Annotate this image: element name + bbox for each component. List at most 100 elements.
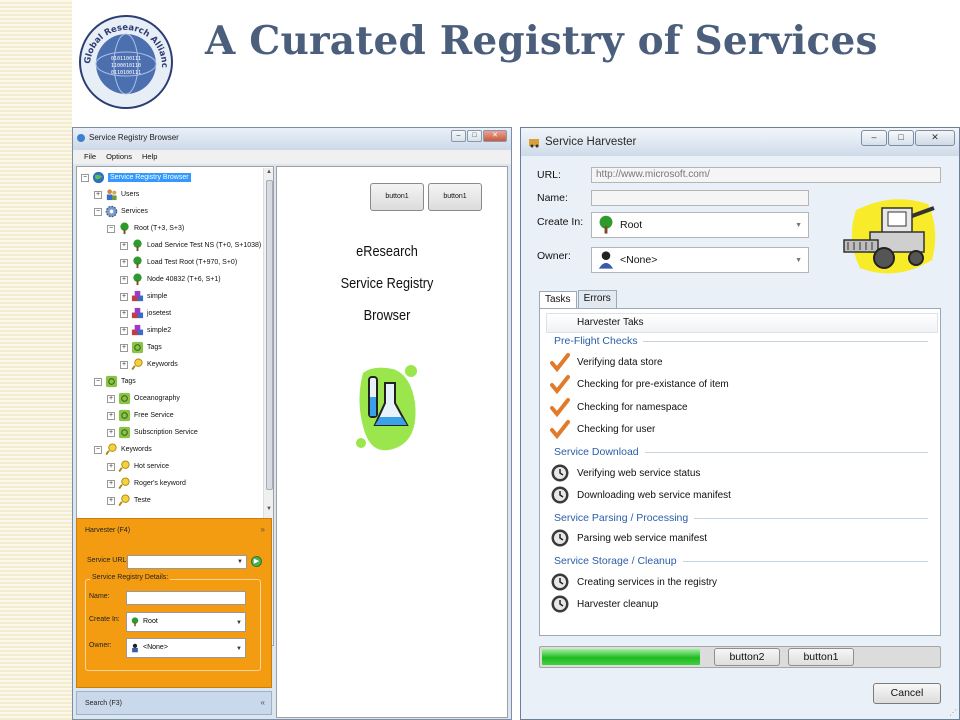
cubes-icon xyxy=(131,290,144,302)
tree-label: Users xyxy=(121,191,140,198)
tree-node-load-test-root[interactable]: + Load Test Root (T+970, S+0) xyxy=(120,254,237,271)
button1-left[interactable]: button1 xyxy=(370,183,424,211)
tree-node-simple[interactable]: + simple xyxy=(120,288,167,305)
tree-node-root-namespace[interactable]: − Root (T+3, S+3) xyxy=(107,220,184,237)
owner-select[interactable]: <None> ▼ xyxy=(591,247,809,273)
tree-label: simple2 xyxy=(147,327,172,334)
tree-node-tags[interactable]: − Tags xyxy=(94,373,136,390)
owner-value: <None> xyxy=(143,644,168,651)
name-input[interactable] xyxy=(126,591,246,605)
tree-node-load-service-test[interactable]: + Load Service Test NS (T+0, S+1038) xyxy=(120,237,261,254)
dropdown-arrow-icon[interactable]: ▼ xyxy=(236,617,242,629)
column-header[interactable]: Harvester Taks xyxy=(546,313,938,333)
expand-toggle[interactable]: + xyxy=(120,258,128,267)
maximize-button[interactable]: □ xyxy=(888,130,914,146)
collapse-chevron-icon[interactable]: » xyxy=(261,525,265,534)
collapse-toggle[interactable]: − xyxy=(94,377,102,386)
tree-icon xyxy=(133,256,142,269)
expand-toggle[interactable]: + xyxy=(107,496,115,505)
tree-label: Tags xyxy=(147,344,162,351)
service-url-input[interactable]: ▼ xyxy=(127,555,247,569)
group-header: Service Storage / Cleanup xyxy=(554,555,928,567)
button2[interactable]: button2 xyxy=(714,648,780,666)
tab-errors[interactable]: Errors xyxy=(577,290,617,308)
combine-harvester-icon xyxy=(843,199,936,274)
menu-help[interactable]: Help xyxy=(142,150,157,164)
collapse-toggle[interactable]: − xyxy=(81,173,89,182)
scroll-thumb[interactable] xyxy=(266,180,273,490)
dropdown-arrow-icon[interactable]: ▼ xyxy=(237,556,243,568)
expand-toggle[interactable]: + xyxy=(120,292,128,301)
cancel-button[interactable]: Cancel xyxy=(873,683,941,704)
maximize-button[interactable]: □ xyxy=(467,130,482,142)
gradd-logo: 0101100111 1100010110 0110100111 Global … xyxy=(75,7,174,110)
tree-node-root[interactable]: − Service Registry Browser xyxy=(81,169,191,186)
scroll-up-icon[interactable]: ▲ xyxy=(266,169,272,175)
task-label: Harvester cleanup xyxy=(577,598,659,610)
expand-chevron-icon[interactable]: « xyxy=(261,698,265,707)
close-button[interactable]: ✕ xyxy=(915,130,955,146)
progress-fill xyxy=(542,649,700,665)
task-row: Harvester cleanup xyxy=(550,593,658,615)
task-row: Downloading web service manifest xyxy=(550,484,731,506)
tree-node-keywords-sub[interactable]: + Keywords xyxy=(120,356,178,373)
expand-toggle[interactable]: + xyxy=(120,241,128,250)
clock-icon xyxy=(551,573,569,591)
expand-toggle[interactable]: + xyxy=(94,190,102,199)
collapse-toggle[interactable]: − xyxy=(94,207,102,216)
button1-right[interactable]: button1 xyxy=(428,183,482,211)
button1[interactable]: button1 xyxy=(788,648,854,666)
tree-node-free-service[interactable]: + Free Service xyxy=(107,407,174,424)
title-bar[interactable]: Service Registry Browser – □ ✕ xyxy=(73,128,511,150)
tree-node-simple2[interactable]: + simple2 xyxy=(120,322,171,339)
expand-toggle[interactable]: + xyxy=(107,394,115,403)
collapse-toggle[interactable]: − xyxy=(94,445,102,454)
group-title: Service Storage / Cleanup xyxy=(554,555,677,567)
expand-toggle[interactable]: + xyxy=(107,462,115,471)
collapse-toggle[interactable]: − xyxy=(107,224,115,233)
key-icon xyxy=(118,494,130,507)
expand-toggle[interactable]: + xyxy=(120,343,128,352)
tree-node-subscription-service[interactable]: + Subscription Service xyxy=(107,424,198,441)
tree-node-rogers-keyword[interactable]: + Roger's keyword xyxy=(107,475,186,492)
tree-node-node-40832[interactable]: + Node 40832 (T+6, S+1) xyxy=(120,271,221,288)
tree-node-hot-service[interactable]: + Hot service xyxy=(107,458,169,475)
expand-toggle[interactable]: + xyxy=(120,360,128,369)
tree-label: Subscription Service xyxy=(134,429,198,436)
expand-toggle[interactable]: + xyxy=(107,479,115,488)
owner-select[interactable]: <None> ▼ xyxy=(126,638,246,658)
expand-toggle[interactable]: + xyxy=(107,411,115,420)
minimize-button[interactable]: – xyxy=(861,130,887,146)
url-input[interactable]: http://www.microsoft.com/ xyxy=(591,167,941,183)
tree-node-users[interactable]: + Users xyxy=(94,186,139,203)
expand-toggle[interactable]: + xyxy=(120,326,128,335)
tree-node-tags-sub[interactable]: + Tags xyxy=(120,339,162,356)
tree-node-services[interactable]: − Services xyxy=(94,203,148,220)
tab-tasks[interactable]: Tasks xyxy=(539,291,577,309)
name-input[interactable] xyxy=(591,190,809,206)
tree-node-oceanography[interactable]: + Oceanography xyxy=(107,390,180,407)
dropdown-arrow-icon[interactable]: ▼ xyxy=(236,643,242,655)
task-row: Checking for namespace xyxy=(550,396,688,418)
menu-options[interactable]: Options xyxy=(106,150,132,164)
task-label: Checking for pre-existance of item xyxy=(577,378,729,390)
owner-label: Owner: xyxy=(89,642,112,649)
title-bar[interactable]: Service Harvester – □ ✕ xyxy=(521,128,959,156)
dropdown-arrow-icon[interactable]: ▼ xyxy=(795,222,802,229)
go-icon[interactable]: ▶ xyxy=(251,556,262,567)
expand-toggle[interactable]: + xyxy=(107,428,115,437)
tree-node-josetest[interactable]: + josetest xyxy=(120,305,171,322)
dropdown-arrow-icon[interactable]: ▼ xyxy=(795,257,802,264)
minimize-button[interactable]: – xyxy=(451,130,466,142)
scroll-down-icon[interactable]: ▼ xyxy=(266,506,272,512)
create-in-select[interactable]: Root ▼ xyxy=(126,612,246,632)
expand-toggle[interactable]: + xyxy=(120,309,128,318)
create-in-select[interactable]: Root ▼ xyxy=(591,212,809,238)
expand-toggle[interactable]: + xyxy=(120,275,128,284)
tree-node-teste[interactable]: + Teste xyxy=(107,492,151,509)
search-panel-header[interactable]: Search (F3) « xyxy=(76,691,272,715)
resize-grip-icon[interactable]: ⋰ xyxy=(949,708,957,717)
tree-node-keywords[interactable]: − Keywords xyxy=(94,441,152,458)
menu-file[interactable]: File xyxy=(84,150,96,164)
close-button[interactable]: ✕ xyxy=(483,130,507,142)
